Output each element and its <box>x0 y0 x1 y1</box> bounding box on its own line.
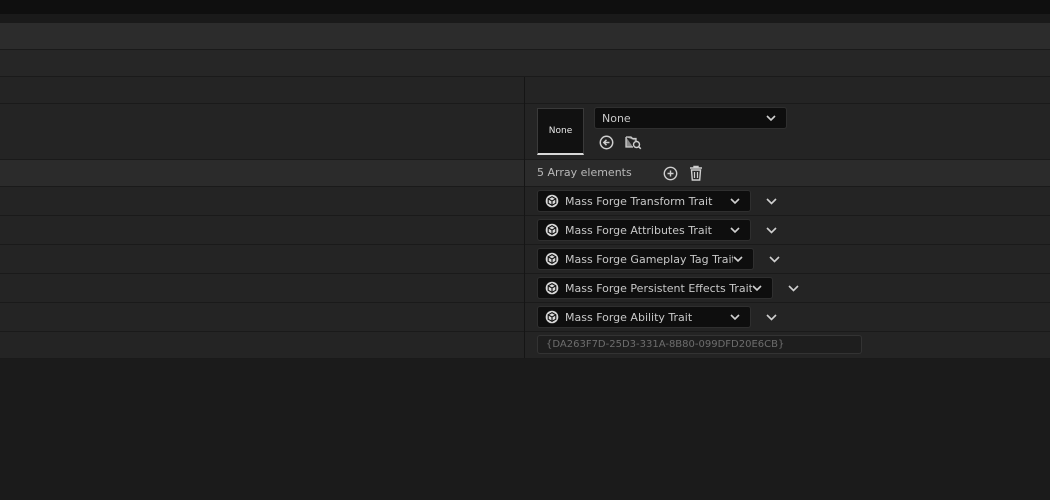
details-category-row <box>0 50 1050 77</box>
guid-field[interactable]: {DA263F7D-25D3-331A-8B80-099DFD20E6CB} <box>537 335 862 354</box>
mass-trait-icon <box>545 223 559 237</box>
trait-name: Mass Forge Persistent Effects Trait <box>565 281 752 295</box>
expand-chevron-down-icon[interactable] <box>764 310 778 324</box>
chevron-down-icon <box>730 196 740 206</box>
trait-name: Mass Forge Gameplay Tag Trait <box>565 252 733 266</box>
trait-row-1 <box>0 216 1050 245</box>
trait-name: Mass Forge Attributes Trait <box>565 223 712 237</box>
asset-combo[interactable]: None <box>594 107 787 129</box>
trait-combo-4[interactable]: Mass Forge Ability Trait <box>537 306 751 328</box>
trait-combo-2[interactable]: Mass Forge Gameplay Tag Trait <box>537 248 754 270</box>
asset-thumbnail[interactable]: None <box>537 108 584 155</box>
add-circle-icon[interactable] <box>662 165 678 181</box>
asset-thumbnail-label: None <box>548 126 573 136</box>
trait-name: Mass Forge Transform Trait <box>565 194 713 208</box>
expand-chevron-down-icon[interactable] <box>764 223 778 237</box>
use-selected-arrow-icon[interactable] <box>598 134 615 151</box>
chevron-down-icon <box>730 312 740 322</box>
trait-combo-1[interactable]: Mass Forge Attributes Trait <box>537 219 751 241</box>
column-splitter[interactable] <box>524 77 525 358</box>
array-count-label: 5 Array elements <box>537 166 632 179</box>
expand-chevron-down-icon[interactable] <box>764 194 778 208</box>
chevron-down-icon <box>752 283 762 293</box>
expand-chevron-down-icon[interactable] <box>786 281 800 295</box>
trait-row-0 <box>0 187 1050 216</box>
trait-combo-3[interactable]: Mass Forge Persistent Effects Trait <box>537 277 773 299</box>
mass-trait-icon <box>545 194 559 208</box>
toolbar-gap <box>0 14 1050 23</box>
browse-folder-icon[interactable] <box>624 133 642 151</box>
guid-value: {DA263F7D-25D3-331A-8B80-099DFD20E6CB} <box>546 339 785 350</box>
property-row-guid <box>0 332 1050 359</box>
trait-combo-0[interactable]: Mass Forge Transform Trait <box>537 190 751 212</box>
window-top-bar <box>0 0 1050 14</box>
trait-row-4 <box>0 303 1050 332</box>
trait-row-2 <box>0 245 1050 274</box>
chevron-down-icon <box>766 113 776 123</box>
property-row-empty <box>0 77 1050 104</box>
mass-trait-icon <box>545 281 559 295</box>
trait-row-3 <box>0 274 1050 303</box>
property-row-asset <box>0 104 1050 160</box>
asset-combo-value: None <box>602 111 631 125</box>
chevron-down-icon <box>730 225 740 235</box>
details-header-row <box>0 23 1050 50</box>
trash-icon[interactable] <box>688 164 704 181</box>
trait-name: Mass Forge Ability Trait <box>565 310 693 324</box>
chevron-down-icon <box>733 254 743 264</box>
mass-trait-icon <box>545 310 559 324</box>
mass-trait-icon <box>545 252 559 266</box>
expand-chevron-down-icon[interactable] <box>767 252 781 266</box>
property-row-traits-array[interactable] <box>0 160 1050 187</box>
